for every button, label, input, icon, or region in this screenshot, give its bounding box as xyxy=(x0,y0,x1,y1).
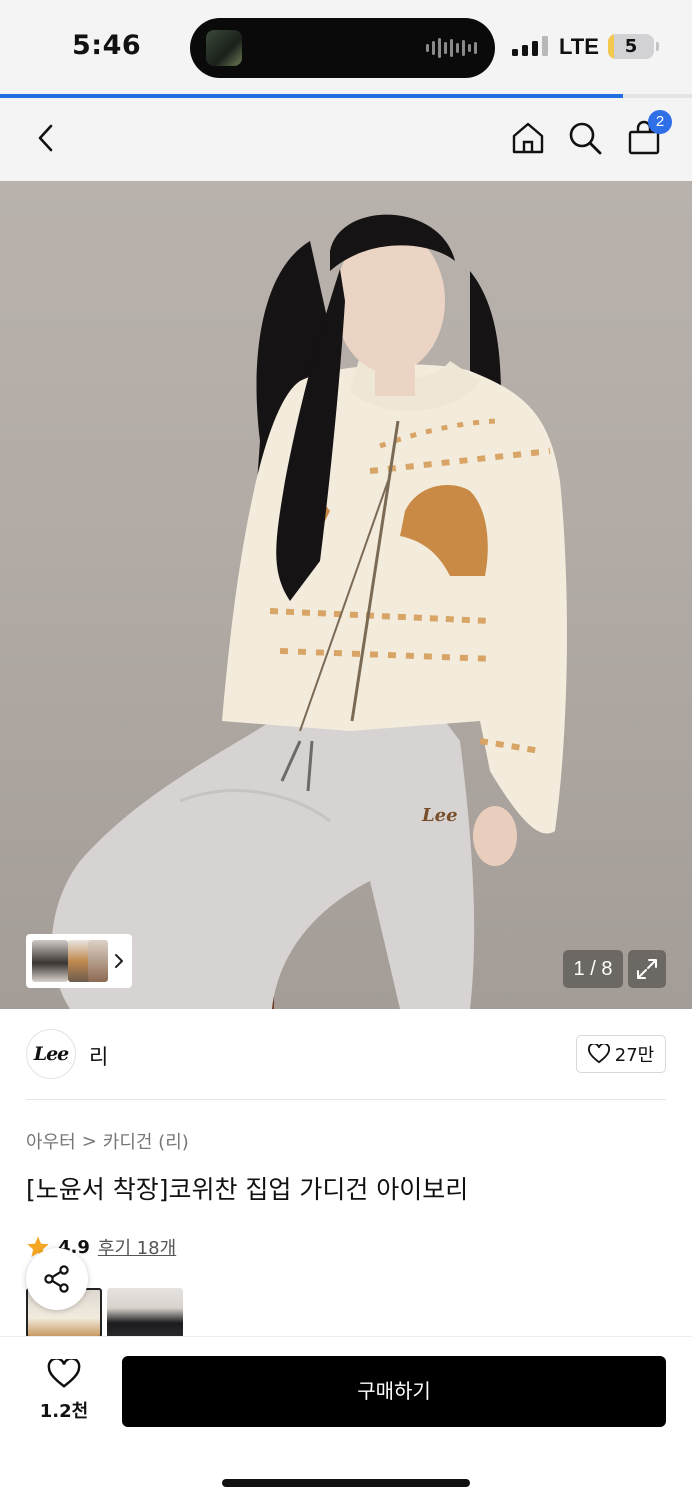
buy-button[interactable]: 구매하기 xyxy=(122,1356,666,1427)
breadcrumb-category[interactable]: 아우터 xyxy=(26,1128,76,1154)
dynamic-island xyxy=(190,18,495,78)
home-icon xyxy=(512,122,544,154)
status-bar: 5:46 LTE 5 xyxy=(0,0,692,94)
cart-button[interactable]: 2 xyxy=(622,110,672,160)
section-divider xyxy=(26,1099,666,1100)
expand-icon xyxy=(637,959,657,979)
bottom-action-bar: 1.2천 구매하기 xyxy=(0,1336,692,1500)
network-type: LTE xyxy=(559,34,599,59)
svg-text:Lee: Lee xyxy=(421,805,458,826)
product-title: [노윤서 착장]코위찬 집업 가디건 아이보리 xyxy=(26,1175,469,1204)
product-photo: Lee xyxy=(51,214,567,1009)
battery-icon: 5 xyxy=(608,34,654,59)
heart-icon xyxy=(587,1044,610,1064)
product-image-gallery[interactable]: Lee 1 / 8 xyxy=(0,181,692,1009)
home-indicator xyxy=(222,1479,470,1487)
now-playing-artwork xyxy=(206,30,242,66)
brand-like-count: 27만 xyxy=(614,1045,655,1066)
color-option-black[interactable] xyxy=(107,1288,183,1338)
breadcrumb-separator: > xyxy=(81,1130,97,1152)
back-button[interactable] xyxy=(24,116,68,160)
chevron-right-icon xyxy=(115,954,123,968)
brand-like-button[interactable]: 27만 xyxy=(576,1035,666,1073)
cart-count-badge: 2 xyxy=(648,110,672,134)
gallery-thumbnail[interactable] xyxy=(32,940,68,982)
breadcrumb: 아우터 > 카디건 (리) xyxy=(26,1128,189,1154)
home-button[interactable] xyxy=(506,116,550,160)
chevron-left-icon xyxy=(38,124,53,152)
heart-icon xyxy=(47,1357,81,1388)
cellular-signal-icon xyxy=(512,36,548,56)
battery-cap xyxy=(656,42,659,51)
brand-name[interactable]: 리 xyxy=(89,1041,108,1071)
wishlist-count: 1.2천 xyxy=(39,1401,89,1422)
battery-level: 5 xyxy=(624,36,638,57)
search-button[interactable] xyxy=(563,116,607,160)
breadcrumb-subcategory[interactable]: 카디건 (리) xyxy=(103,1128,189,1154)
share-button[interactable] xyxy=(26,1248,88,1310)
wishlist-button[interactable]: 1.2천 xyxy=(28,1357,100,1423)
share-icon xyxy=(44,1265,69,1293)
review-link[interactable]: 후기 18개 xyxy=(98,1234,176,1260)
search-icon xyxy=(569,122,602,155)
gallery-thumbnail[interactable] xyxy=(88,940,108,982)
status-time: 5:46 xyxy=(72,30,142,61)
expand-button[interactable] xyxy=(628,950,666,988)
gallery-thumbnail-strip[interactable] xyxy=(26,934,132,988)
brand-logo[interactable]: Lee xyxy=(26,1029,76,1079)
gallery-counter: 1 / 8 xyxy=(563,950,623,988)
app-header: 2 xyxy=(0,98,692,181)
brand-row: Lee 리 27만 xyxy=(26,1027,666,1083)
audio-waveform-icon xyxy=(426,37,477,59)
